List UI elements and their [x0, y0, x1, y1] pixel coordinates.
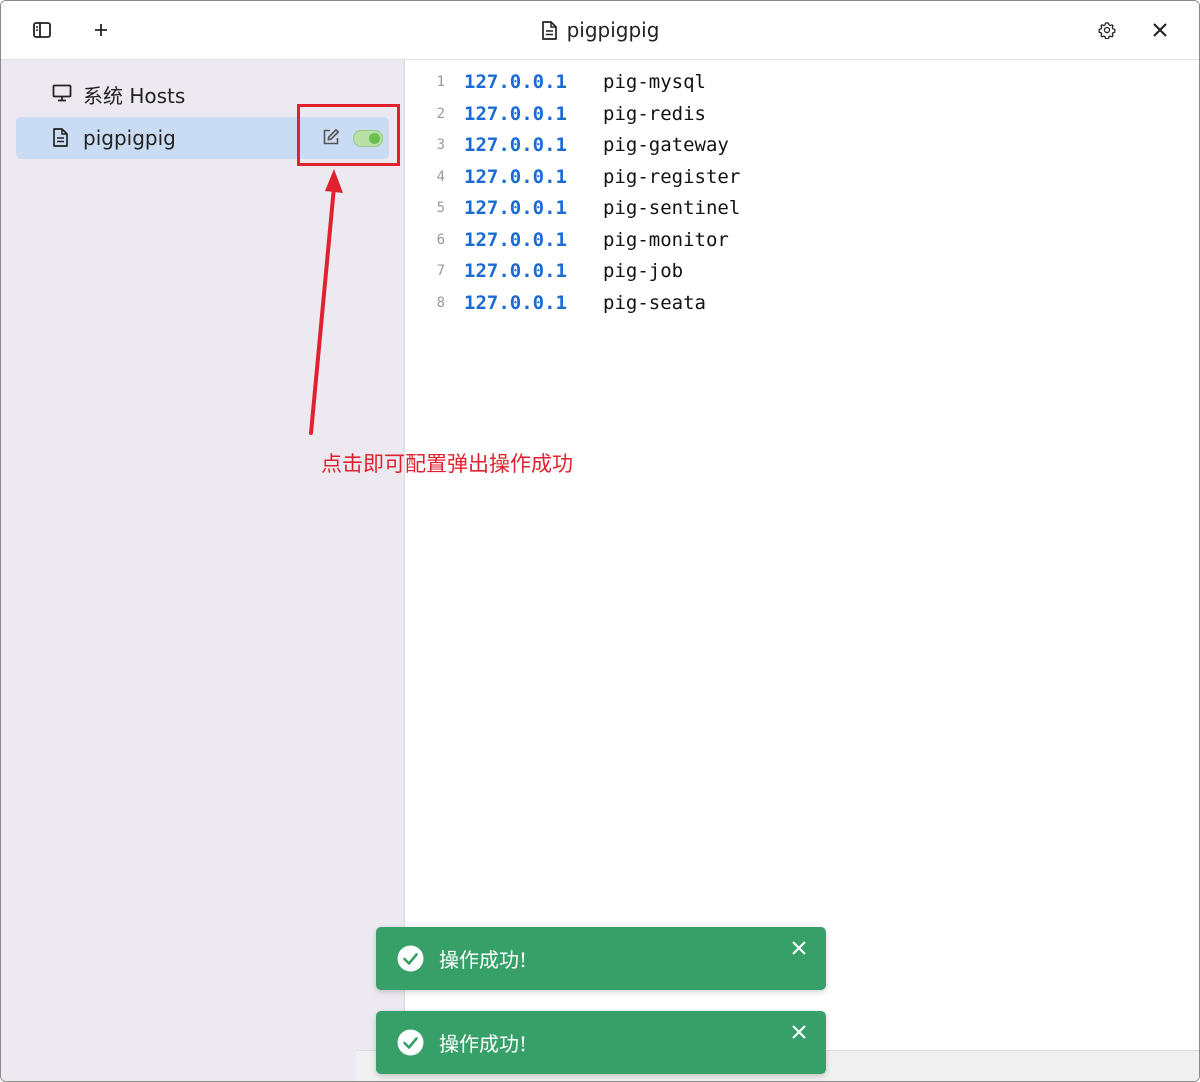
close-icon[interactable] — [791, 1024, 807, 1040]
ip-address: 127.0.0.1 — [464, 291, 567, 314]
document-icon — [541, 20, 557, 40]
check-circle-icon — [397, 1029, 424, 1056]
hostname: pig-seata — [603, 291, 706, 314]
line-number: 7 — [436, 262, 445, 279]
hostname: pig-mysql — [603, 70, 706, 93]
settings-button[interactable] — [1092, 15, 1122, 45]
ip-address: 127.0.0.1 — [464, 196, 567, 219]
hostname: pig-monitor — [603, 228, 729, 251]
hostname: pig-redis — [603, 102, 706, 125]
line-number: 3 — [436, 136, 445, 153]
ip-address: 127.0.0.1 — [464, 133, 567, 156]
close-button[interactable] — [1145, 15, 1175, 45]
ip-address: 127.0.0.1 — [464, 70, 567, 93]
success-toast: 操作成功! — [376, 927, 826, 990]
check-circle-icon — [397, 945, 424, 972]
close-icon — [1153, 23, 1167, 37]
toast-message: 操作成功! — [439, 948, 528, 972]
annotation-arrow — [309, 169, 343, 435]
hostname: pig-register — [603, 165, 741, 188]
hostname: pig-gateway — [603, 133, 729, 156]
line-number: 5 — [436, 199, 445, 216]
ip-address: 127.0.0.1 — [464, 102, 567, 125]
line-number: 6 — [436, 231, 445, 248]
close-icon[interactable] — [791, 940, 807, 956]
app-window: pigpigpig 系统 Hosts pigpigpig 1 127.0.0.1… — [0, 0, 1200, 1082]
hostname: pig-sentinel — [603, 196, 741, 219]
ip-address: 127.0.0.1 — [464, 228, 567, 251]
ip-address: 127.0.0.1 — [464, 259, 567, 282]
line-number: 4 — [436, 168, 445, 185]
ip-address: 127.0.0.1 — [464, 165, 567, 188]
gear-icon — [1098, 22, 1116, 39]
annotation-text: 点击即可配置弹出操作成功 — [321, 452, 573, 476]
line-number: 2 — [436, 105, 445, 122]
line-number: 8 — [436, 294, 445, 311]
toast-message: 操作成功! — [439, 1032, 528, 1056]
success-toast: 操作成功! — [376, 1011, 826, 1074]
window-title: pigpigpig — [566, 18, 660, 42]
line-number: 1 — [436, 73, 445, 90]
hostname: pig-job — [603, 259, 684, 282]
